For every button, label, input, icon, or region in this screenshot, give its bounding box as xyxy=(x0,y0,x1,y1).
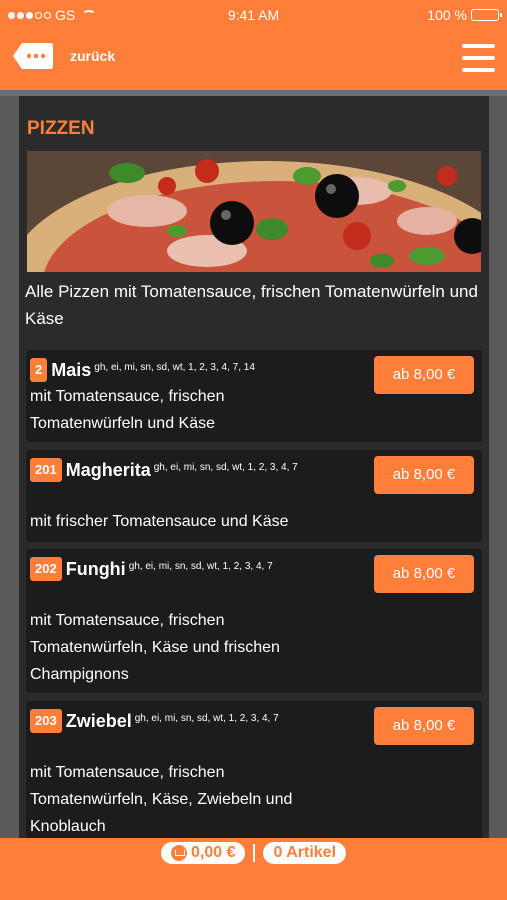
status-bar: GS 9:41 AM 100 % xyxy=(0,0,507,30)
item-description: mit frischer Tomatensauce und Käse xyxy=(30,513,289,530)
menu-item-header: 201 Magherita gh, ei, mi, sn, sd, wt, 1, 2… xyxy=(30,458,320,482)
content-scroll-area[interactable]: PIZZEN Alle Pizzen mit Tomatensauce, fri… xyxy=(0,90,507,838)
item-name: Magherita xyxy=(65,460,151,480)
price-button[interactable]: ab 8,00 € xyxy=(374,707,474,745)
battery-info: 100 % xyxy=(427,7,502,23)
item-name: Mais xyxy=(51,360,92,380)
item-allergens: gh, ei, mi, sn, sd, wt, 1, 2, 3, 4, 7 xyxy=(153,462,298,473)
pizza-image xyxy=(27,151,481,272)
back-label: zurück xyxy=(70,48,116,64)
item-description: mit Tomatensauce, frischen Tomatenwürfel… xyxy=(30,612,280,683)
item-name: Zwiebel xyxy=(65,711,132,731)
cart-total-button[interactable]: 0,00 € xyxy=(160,842,246,864)
divider xyxy=(253,844,256,862)
price-button[interactable]: ab 8,00 € xyxy=(374,456,474,494)
item-description: mit Tomatensauce, frischen Tomatenwürfel… xyxy=(30,764,293,835)
price-button[interactable]: ab 8,00 € xyxy=(374,555,474,593)
hamburger-menu-icon[interactable] xyxy=(462,44,495,72)
category-title: PIZZEN xyxy=(27,118,95,139)
item-allergens: gh, ei, mi, sn, sd, wt, 1, 2, 3, 4, 7, 1… xyxy=(94,362,255,373)
item-number-badge: 201 xyxy=(30,458,62,482)
cart-articles-button[interactable]: 0 Artikel xyxy=(263,842,347,864)
cart-bar: 0,00 € 0 Artikel xyxy=(0,838,507,900)
cart-icon xyxy=(170,845,187,861)
menu-item[interactable]: 202 Funghi gh, ei, mi, sn, sd, wt, 1, 2, 3… xyxy=(26,549,482,693)
back-icon xyxy=(12,41,54,71)
item-allergens: gh, ei, mi, sn, sd, wt, 1, 2, 3, 4, 7 xyxy=(134,713,279,724)
cart-total: 0,00 € xyxy=(190,844,236,861)
menu-item-header: 203 Zwiebel gh, ei, mi, sn, sd, wt, 1, 2, … xyxy=(30,709,320,733)
cart-articles: 0 Artikel xyxy=(273,844,337,861)
item-number-badge: 203 xyxy=(30,709,62,733)
back-button[interactable]: zurück xyxy=(12,41,115,71)
item-allergens: gh, ei, mi, sn, sd, wt, 1, 2, 3, 4, 7 xyxy=(128,561,273,572)
menu-item[interactable]: 2 Mais gh, ei, mi, sn, sd, wt, 1, 2, 3, 4,… xyxy=(26,350,482,442)
battery-icon xyxy=(471,9,502,21)
menu-item-header: 2 Mais gh, ei, mi, sn, sd, wt, 1, 2, 3, 4,… xyxy=(30,358,320,382)
menu-item[interactable]: 203 Zwiebel gh, ei, mi, sn, sd, wt, 1, 2, … xyxy=(26,701,482,838)
menu-item[interactable]: 201 Magherita gh, ei, mi, sn, sd, wt, 1, 2… xyxy=(26,450,482,542)
item-description: mit Tomatensauce, frischen Tomatenwürfel… xyxy=(30,388,225,432)
item-number-badge: 202 xyxy=(30,557,62,581)
item-number-badge: 2 xyxy=(30,358,48,382)
price-button[interactable]: ab 8,00 € xyxy=(374,356,474,394)
category-description: Alle Pizzen mit Tomatensauce, frischen T… xyxy=(25,282,478,328)
battery-percent: 100 % xyxy=(427,7,467,23)
nav-bar: zurück xyxy=(0,30,507,90)
category-panel: PIZZEN Alle Pizzen mit Tomatensauce, fri… xyxy=(19,96,489,838)
item-name: Funghi xyxy=(65,559,126,579)
menu-item-header: 202 Funghi gh, ei, mi, sn, sd, wt, 1, 2, 3… xyxy=(30,557,320,581)
